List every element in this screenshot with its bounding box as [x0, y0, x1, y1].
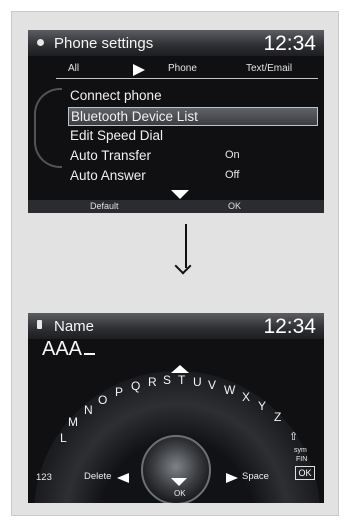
clock: 12:34 [263, 315, 316, 338]
item-label: Auto Answer [70, 168, 146, 183]
scroll-indicator-icon [34, 88, 62, 168]
tab-text-email[interactable]: Text/Email [246, 63, 292, 74]
key-u[interactable]: U [193, 375, 202, 389]
right-arrow-icon [226, 473, 238, 483]
header-bar: Phone settings 12:34 [28, 30, 324, 56]
name-entry-screen: Name 12:34 AAA L M N O P Q R S T U V W X… [28, 313, 324, 503]
screen-title: Phone settings [54, 35, 154, 52]
phone-settings-screen: Phone settings 12:34 All Phone Text/Emai… [28, 30, 324, 213]
key-v[interactable]: V [208, 378, 216, 392]
key-l[interactable]: L [60, 431, 67, 445]
screen-title: Name [54, 318, 95, 335]
item-value: On [225, 149, 240, 161]
key-s[interactable]: S [163, 373, 171, 387]
scroll-down-icon[interactable] [171, 478, 187, 486]
list-item-auto-answer[interactable]: Auto Answer Off [68, 167, 318, 186]
key-q[interactable]: Q [131, 379, 140, 393]
left-arrow-icon [117, 473, 129, 483]
key-o[interactable]: O [98, 393, 107, 407]
list-item-auto-transfer[interactable]: Auto Transfer On [68, 147, 318, 166]
sym-key[interactable]: sym [294, 447, 307, 454]
key-r[interactable]: R [148, 375, 157, 389]
shift-icon[interactable]: ⇧ [289, 430, 298, 443]
item-label: Connect phone [70, 88, 162, 103]
tab-all[interactable]: All [68, 63, 79, 74]
item-label: Bluetooth Device List [71, 109, 198, 124]
footer-bar: Default OK [28, 200, 324, 213]
key-m[interactable]: M [68, 415, 78, 429]
item-label: Auto Transfer [70, 148, 152, 163]
tab-phone[interactable]: Phone [168, 63, 197, 74]
list-item-bluetooth-device-list[interactable]: Bluetooth Device List [68, 107, 318, 126]
scroll-up-icon[interactable] [171, 365, 189, 373]
scroll-down-icon[interactable] [171, 190, 189, 199]
list-item-edit-speed-dial[interactable]: Edit Speed Dial [68, 127, 318, 146]
fin-key[interactable]: FIN [296, 456, 307, 463]
key-z[interactable]: Z [274, 410, 281, 424]
phone-icon [37, 320, 42, 329]
default-button[interactable]: Default [90, 201, 119, 211]
key-t[interactable]: T [178, 373, 185, 387]
key-n[interactable]: N [84, 403, 93, 417]
space-key[interactable]: Space [242, 471, 269, 482]
item-label: Edit Speed Dial [70, 128, 164, 143]
key-y[interactable]: Y [258, 399, 266, 413]
key-w[interactable]: W [224, 383, 235, 397]
delete-key[interactable]: Delete [84, 471, 111, 482]
ok-button[interactable]: OK [228, 201, 241, 211]
key-p[interactable]: P [115, 385, 123, 399]
numbers-key[interactable]: 123 [36, 472, 52, 483]
clock: 12:34 [263, 32, 316, 55]
ok-bottom-label[interactable]: OK [174, 489, 186, 498]
tab-bar: All Phone Text/Email [56, 63, 318, 79]
tab-selector-arrow-icon [133, 64, 145, 76]
item-value: Off [225, 169, 240, 181]
ok-key[interactable]: OK [295, 466, 315, 480]
list-item-connect-phone[interactable]: Connect phone [68, 87, 318, 106]
name-input[interactable]: AAA [42, 338, 95, 361]
header-bar: Name 12:34 [28, 313, 324, 339]
menu-dot-icon [37, 39, 44, 46]
key-x[interactable]: X [242, 390, 250, 404]
